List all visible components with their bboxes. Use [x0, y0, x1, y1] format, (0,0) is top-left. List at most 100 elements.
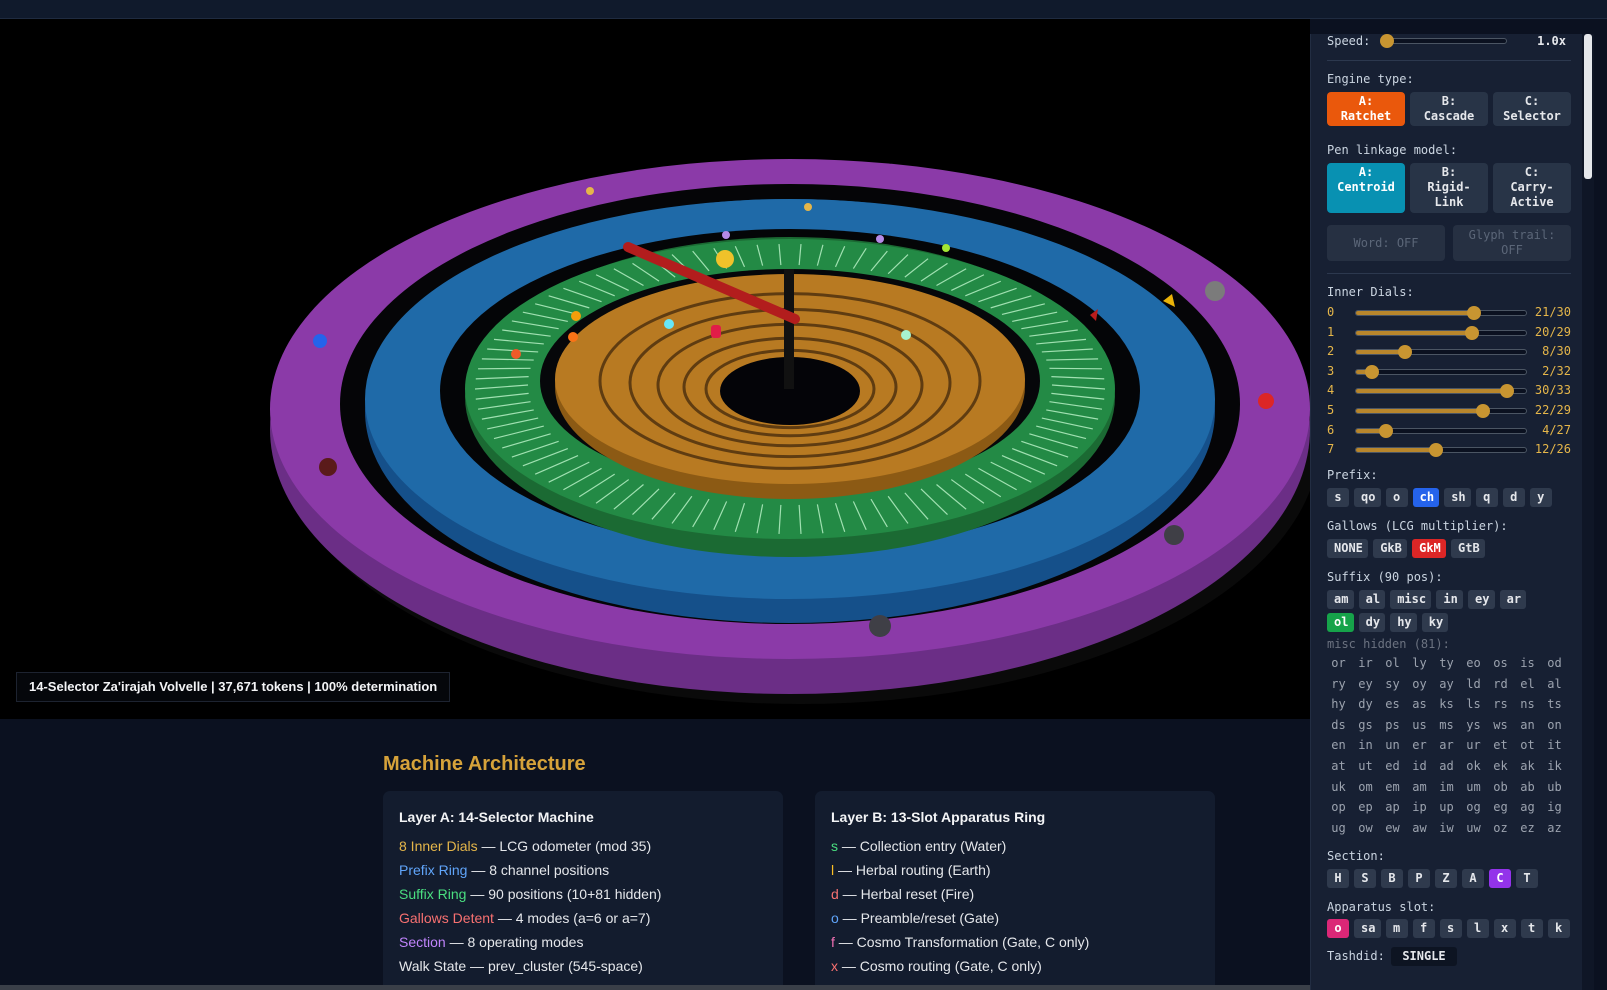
- misc-hidden-item[interactable]: ld: [1460, 675, 1487, 694]
- pen-linkage-option[interactable]: C: Carry- Active: [1493, 163, 1571, 213]
- misc-hidden-item[interactable]: in: [1352, 736, 1379, 755]
- engine-type-option[interactable]: A: Ratchet: [1327, 92, 1405, 126]
- misc-hidden-item[interactable]: rd: [1487, 675, 1514, 694]
- misc-hidden-item[interactable]: ed: [1379, 757, 1406, 776]
- volvelle-scene[interactable]: [0, 19, 1310, 719]
- suffix-chip[interactable]: hy: [1390, 613, 1417, 632]
- misc-hidden-item[interactable]: ik: [1541, 757, 1568, 776]
- misc-hidden-item[interactable]: us: [1406, 716, 1433, 735]
- misc-hidden-item[interactable]: ip: [1406, 798, 1433, 817]
- section-chip[interactable]: B: [1381, 869, 1403, 888]
- misc-hidden-item[interactable]: az: [1541, 819, 1568, 838]
- misc-hidden-item[interactable]: ag: [1514, 798, 1541, 817]
- prefix-chip[interactable]: qo: [1354, 488, 1381, 507]
- panel-scrollbar[interactable]: [1584, 34, 1592, 179]
- inner-dial-thumb[interactable]: [1428, 443, 1443, 458]
- inner-dial-thumb[interactable]: [1465, 325, 1480, 340]
- misc-hidden-item[interactable]: ad: [1433, 757, 1460, 776]
- prefix-chip[interactable]: d: [1502, 488, 1525, 507]
- misc-hidden-item[interactable]: ns: [1514, 695, 1541, 714]
- misc-hidden-item[interactable]: ez: [1514, 819, 1541, 838]
- volvelle-viewport[interactable]: 14-Selector Za'irajah Volvelle | 37,671 …: [0, 19, 1310, 719]
- inner-dial-thumb[interactable]: [1476, 404, 1491, 418]
- suffix-chip[interactable]: ar: [1499, 590, 1527, 609]
- inner-dial-slider[interactable]: [1355, 443, 1527, 458]
- misc-hidden-item[interactable]: on: [1541, 716, 1568, 735]
- misc-hidden-item[interactable]: ks: [1433, 695, 1460, 714]
- misc-hidden-item[interactable]: ey: [1352, 675, 1379, 694]
- misc-hidden-item[interactable]: ok: [1460, 757, 1487, 776]
- misc-hidden-item[interactable]: op: [1325, 798, 1352, 817]
- engine-type-option[interactable]: B: Cascade: [1410, 92, 1488, 126]
- inner-dial-thumb[interactable]: [1397, 345, 1412, 360]
- misc-hidden-item[interactable]: id: [1406, 757, 1433, 776]
- misc-hidden-item[interactable]: al: [1541, 675, 1568, 694]
- suffix-chip[interactable]: ol: [1327, 613, 1354, 632]
- misc-hidden-item[interactable]: ep: [1352, 798, 1379, 817]
- misc-hidden-item[interactable]: ay: [1433, 675, 1460, 694]
- misc-hidden-item[interactable]: en: [1325, 736, 1352, 755]
- apparatus-slot-chip[interactable]: l: [1466, 919, 1489, 938]
- misc-hidden-item[interactable]: ew: [1379, 819, 1406, 838]
- prefix-chip[interactable]: sh: [1444, 488, 1471, 507]
- misc-hidden-item[interactable]: ug: [1325, 819, 1352, 838]
- misc-hidden-item[interactable]: ut: [1352, 757, 1379, 776]
- inner-dial-thumb[interactable]: [1467, 306, 1481, 320]
- section-chip[interactable]: Z: [1435, 869, 1457, 888]
- suffix-chip[interactable]: am: [1327, 590, 1354, 609]
- misc-hidden-item[interactable]: ws: [1487, 716, 1514, 735]
- section-chip[interactable]: A: [1462, 869, 1484, 888]
- inner-dial-slider[interactable]: [1355, 306, 1527, 320]
- pen-linkage-option[interactable]: B: Rigid- Link: [1410, 163, 1488, 213]
- tashdid-value[interactable]: SINGLE: [1391, 947, 1457, 966]
- section-chip[interactable]: S: [1354, 869, 1376, 888]
- suffix-chip[interactable]: dy: [1358, 613, 1386, 632]
- apparatus-slot-chip[interactable]: o: [1327, 919, 1349, 938]
- misc-hidden-item[interactable]: er: [1406, 736, 1433, 755]
- gallows-chip[interactable]: GkB: [1373, 539, 1408, 558]
- section-chip[interactable]: C: [1489, 869, 1511, 888]
- section-chip[interactable]: T: [1516, 869, 1538, 888]
- misc-hidden-item[interactable]: ps: [1379, 716, 1406, 735]
- misc-hidden-item[interactable]: ar: [1433, 736, 1460, 755]
- misc-hidden-item[interactable]: is: [1514, 654, 1541, 673]
- speed-slider[interactable]: [1380, 34, 1507, 48]
- prefix-chip[interactable]: s: [1327, 488, 1349, 507]
- suffix-chip[interactable]: al: [1358, 590, 1386, 609]
- engine-type-option[interactable]: C: Selector: [1493, 92, 1571, 126]
- suffix-chip[interactable]: misc: [1390, 590, 1432, 609]
- inner-dial-thumb[interactable]: [1378, 423, 1393, 438]
- misc-hidden-item[interactable]: up: [1433, 798, 1460, 817]
- misc-hidden-item[interactable]: ak: [1514, 757, 1541, 776]
- misc-hidden-item[interactable]: et: [1487, 736, 1514, 755]
- misc-hidden-item[interactable]: it: [1541, 736, 1568, 755]
- misc-hidden-item[interactable]: ly: [1406, 654, 1433, 673]
- apparatus-slot-chip[interactable]: f: [1412, 919, 1435, 938]
- misc-hidden-item[interactable]: ek: [1487, 757, 1514, 776]
- misc-hidden-item[interactable]: im: [1433, 778, 1460, 797]
- misc-hidden-item[interactable]: ol: [1379, 654, 1406, 673]
- apparatus-slot-chip[interactable]: t: [1520, 919, 1543, 938]
- misc-hidden-item[interactable]: el: [1514, 675, 1541, 694]
- misc-hidden-item[interactable]: ab: [1514, 778, 1541, 797]
- misc-hidden-item[interactable]: an: [1514, 716, 1541, 735]
- apparatus-slot-chip[interactable]: x: [1493, 919, 1516, 938]
- gallows-chip[interactable]: NONE: [1327, 539, 1369, 558]
- apparatus-slot-chip[interactable]: k: [1547, 919, 1570, 938]
- misc-hidden-item[interactable]: og: [1460, 798, 1487, 817]
- misc-hidden-item[interactable]: oy: [1406, 675, 1433, 694]
- misc-hidden-item[interactable]: eg: [1487, 798, 1514, 817]
- word-toggle[interactable]: Word: OFF: [1327, 225, 1445, 261]
- misc-hidden-item[interactable]: em: [1379, 778, 1406, 797]
- misc-hidden-item[interactable]: ub: [1541, 778, 1568, 797]
- misc-hidden-item[interactable]: ms: [1433, 716, 1460, 735]
- misc-hidden-item[interactable]: os: [1487, 654, 1514, 673]
- apparatus-slot-chip[interactable]: sa: [1354, 919, 1381, 938]
- misc-hidden-item[interactable]: or: [1325, 654, 1352, 673]
- prefix-chip[interactable]: q: [1475, 488, 1498, 507]
- misc-hidden-item[interactable]: sy: [1379, 675, 1406, 694]
- misc-hidden-item[interactable]: ow: [1352, 819, 1379, 838]
- misc-hidden-item[interactable]: dy: [1352, 695, 1379, 714]
- misc-hidden-item[interactable]: aw: [1406, 819, 1433, 838]
- inner-dial-slider[interactable]: [1355, 364, 1527, 379]
